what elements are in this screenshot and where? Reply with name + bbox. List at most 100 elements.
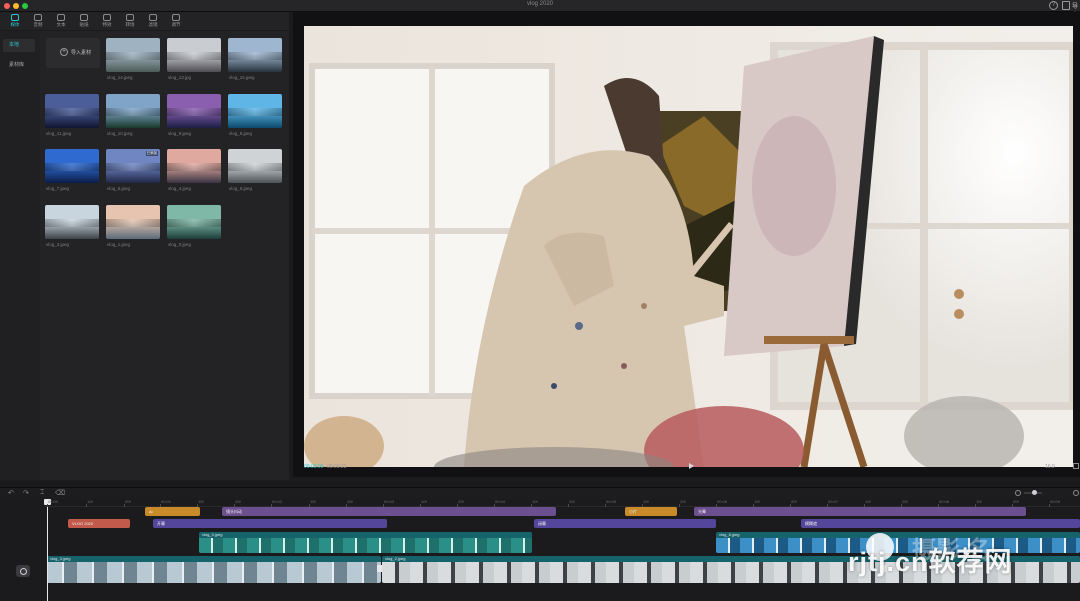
- sticker-icon: [80, 14, 88, 21]
- thumbnail-horizon: [167, 107, 221, 116]
- thumbnail-image: [106, 38, 160, 72]
- media-sidebar: 本地 素材库: [0, 31, 40, 480]
- timeline-clip-transition[interactable]: 模糊遮: [801, 519, 1080, 528]
- media-icon: [11, 14, 19, 21]
- media-filename: vlog_15.jpeg: [229, 75, 255, 80]
- delete-icon[interactable]: ⌫: [55, 489, 65, 497]
- help-icon[interactable]: ?: [1049, 1, 1058, 10]
- ruler-tick-label: 10f: [310, 499, 316, 504]
- window-title: vlog 2020: [526, 1, 554, 7]
- thumbnail-horizon: [167, 51, 221, 60]
- thumbnail-image: [45, 94, 99, 128]
- ruler-tick-label: 10f: [198, 499, 204, 504]
- timeline-main-clip[interactable]: vlog_3.jpeg: [47, 556, 381, 583]
- import-media-button[interactable]: + 导入素材: [46, 38, 100, 68]
- tab-audio[interactable]: 音频: [27, 13, 49, 29]
- zoom-in-icon[interactable]: [1073, 490, 1079, 496]
- fullscreen-icon[interactable]: [1073, 463, 1079, 469]
- thumbnail-image: [167, 38, 221, 72]
- video-preview[interactable]: [304, 26, 1073, 467]
- thumbnail-image: [106, 205, 160, 239]
- tab-label: 媒体: [10, 22, 20, 27]
- ruler-tick-label: 20f: [235, 499, 241, 504]
- media-thumbnail[interactable]: [167, 94, 221, 128]
- timeline-clip-audio[interactable]: Ai: [145, 507, 200, 516]
- tab-text[interactable]: 文本: [50, 13, 72, 29]
- ruler-tick-label: 20f: [902, 499, 908, 504]
- ruler-tick: [47, 504, 48, 507]
- plus-icon: +: [60, 48, 68, 56]
- media-thumbnail[interactable]: 已添加: [106, 149, 160, 183]
- thumbnail-horizon: [106, 51, 160, 60]
- ruler-tick: [383, 504, 384, 507]
- redo-icon[interactable]: ↷: [23, 489, 29, 497]
- ruler-tick-label: 10f: [976, 499, 982, 504]
- import-media-label: 导入素材: [71, 50, 92, 56]
- tab-label: 调节: [171, 22, 181, 27]
- tab-adjust[interactable]: 调节: [165, 13, 187, 29]
- undo-icon[interactable]: ↶: [8, 489, 14, 497]
- sidebar-item-local[interactable]: 本地: [3, 39, 35, 52]
- thumbnail-horizon: [228, 162, 282, 171]
- total-time: 00:00:23: [327, 464, 347, 470]
- tab-filter[interactable]: 滤镜: [142, 13, 164, 29]
- tab-label: 音频: [33, 22, 43, 27]
- cover-icon[interactable]: [16, 565, 30, 577]
- timeline-clip-sticker[interactable]: 小片: [625, 507, 677, 516]
- media-thumbnail[interactable]: [228, 149, 282, 183]
- timeline-clip-transition[interactable]: 开幕: [153, 519, 387, 528]
- playhead[interactable]: [47, 499, 48, 601]
- split-icon[interactable]: ⌶: [40, 489, 44, 497]
- media-thumbnail[interactable]: [106, 38, 160, 72]
- media-thumbnail[interactable]: [167, 205, 221, 239]
- media-thumbnail[interactable]: [106, 205, 160, 239]
- ruler-tick-label: 00:06: [717, 499, 728, 504]
- thumbnail-horizon: [106, 162, 160, 171]
- thumbnail-image: [228, 38, 282, 72]
- media-thumbnail[interactable]: [45, 205, 99, 239]
- media-thumbnail[interactable]: [45, 149, 99, 183]
- export-icon[interactable]: [1062, 1, 1070, 10]
- tab-transition[interactable]: 转场: [119, 13, 141, 29]
- ruler-tick-label: 00:09: [1050, 499, 1061, 504]
- added-badge: 已添加: [145, 151, 158, 156]
- ruler-tick: [642, 504, 643, 507]
- timeline-video-clip[interactable]: vlog_0.jpeg: [199, 532, 532, 553]
- thumbnail-horizon: [106, 218, 160, 227]
- tab-sticker[interactable]: 贴纸: [73, 13, 95, 29]
- aspect-ratio-select[interactable]: 16:9: [1045, 464, 1055, 470]
- thumbnail-horizon: [45, 218, 99, 227]
- timeline-clip-transition[interactable]: 闭幕: [534, 519, 716, 528]
- zoom-out-icon[interactable]: [1015, 490, 1021, 496]
- media-thumbnail[interactable]: [228, 94, 282, 128]
- media-thumbnail[interactable]: [167, 149, 221, 183]
- thumbnail-image: [228, 149, 282, 183]
- ruler-tick-label: 10f: [865, 499, 871, 504]
- ruler-tick: [86, 504, 87, 507]
- audio-icon: [34, 14, 42, 21]
- thumbnail-horizon: [45, 162, 99, 171]
- ruler-tick: [124, 504, 125, 507]
- tab-media[interactable]: 媒体: [4, 13, 26, 29]
- timeline-clip-effect[interactable]: 镜头抖动: [222, 507, 556, 516]
- media-thumbnail[interactable]: [167, 38, 221, 72]
- timeline-clip-text[interactable]: VLOG 2020: [68, 519, 130, 528]
- ruler-tick-label: 10f: [532, 499, 538, 504]
- media-filename: vlog_3.jpeg: [46, 242, 70, 247]
- zoom-slider-handle[interactable]: [1032, 490, 1037, 495]
- sidebar-item-library[interactable]: 素材库: [3, 59, 35, 72]
- ruler-tick: [494, 504, 495, 507]
- thumbnail-image: [45, 205, 99, 239]
- ruler-tick: [197, 504, 198, 507]
- ruler-tick-label: 20f: [125, 499, 131, 504]
- media-toolbar: 媒体 音频 文本 贴纸 特效 转场 滤镜 调节: [0, 12, 289, 30]
- play-icon[interactable]: [689, 463, 694, 469]
- ruler-tick: [605, 504, 606, 507]
- thumbnail-image: 已添加: [106, 149, 160, 183]
- ruler-tick-label: 00:08: [939, 499, 950, 504]
- tab-effects[interactable]: 特效: [96, 13, 118, 29]
- media-thumbnail[interactable]: [228, 38, 282, 72]
- media-thumbnail[interactable]: [106, 94, 160, 128]
- timeline-clip-effect[interactable]: 光晕: [694, 507, 1026, 516]
- media-thumbnail[interactable]: [45, 94, 99, 128]
